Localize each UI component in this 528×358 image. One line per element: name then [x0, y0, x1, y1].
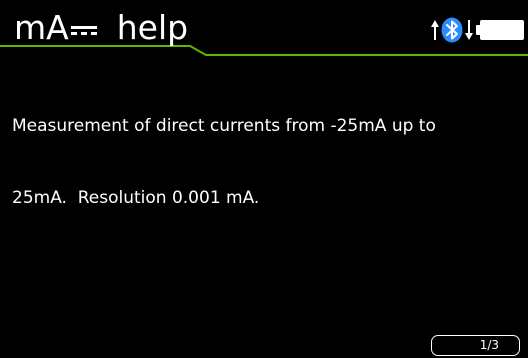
title-text: help [116, 8, 189, 47]
dc-symbol-icon [70, 21, 97, 39]
page-title: mA help [14, 8, 188, 48]
arrow-down-icon [465, 20, 473, 40]
unit-label: mA [14, 8, 69, 47]
help-text-line-2: 25mA. Resolution 0.001 mA. [12, 188, 260, 208]
battery-icon [476, 20, 524, 40]
bluetooth-icon [441, 17, 463, 43]
help-screen: mA help Measurement of direct currents f… [0, 0, 528, 358]
help-text: Measurement of direct currents from -25m… [12, 66, 520, 258]
arrow-up-icon [431, 20, 439, 40]
page-indicator[interactable]: 1/3 [431, 335, 520, 356]
status-icons [430, 17, 524, 43]
help-text-line-1: Measurement of direct currents from -25m… [12, 116, 436, 136]
header-bar: mA help [0, 0, 528, 58]
